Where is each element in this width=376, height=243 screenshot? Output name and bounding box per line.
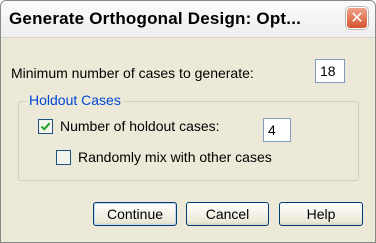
dialog-window: Generate Orthogonal Design: Opt... ✕ Min… <box>0 0 376 243</box>
holdout-number-label: Number of holdout cases: <box>60 118 220 134</box>
holdout-number-input[interactable]: 4 <box>263 118 291 142</box>
min-cases-input[interactable]: 18 <box>315 59 345 83</box>
close-icon: ✕ <box>350 8 364 27</box>
continue-button[interactable]: Continue <box>93 202 177 226</box>
randomly-mix-label: Randomly mix with other cases <box>78 149 272 165</box>
close-button[interactable]: ✕ <box>346 7 368 29</box>
checkmark-icon <box>40 122 51 131</box>
help-button[interactable]: Help <box>279 202 363 226</box>
min-cases-label: Minimum number of cases to generate: <box>11 65 254 81</box>
holdout-cases-group-label: Holdout Cases <box>26 92 124 108</box>
dialog-content: Minimum number of cases to generate: 18 … <box>1 38 375 242</box>
cancel-button[interactable]: Cancel <box>186 202 269 226</box>
window-title: Generate Orthogonal Design: Opt... <box>9 9 302 28</box>
holdout-cases-group <box>18 101 359 181</box>
randomly-mix-checkbox[interactable] <box>56 150 71 165</box>
title-bar[interactable]: Generate Orthogonal Design: Opt... ✕ <box>1 1 375 38</box>
holdout-number-checkbox[interactable] <box>38 119 53 134</box>
